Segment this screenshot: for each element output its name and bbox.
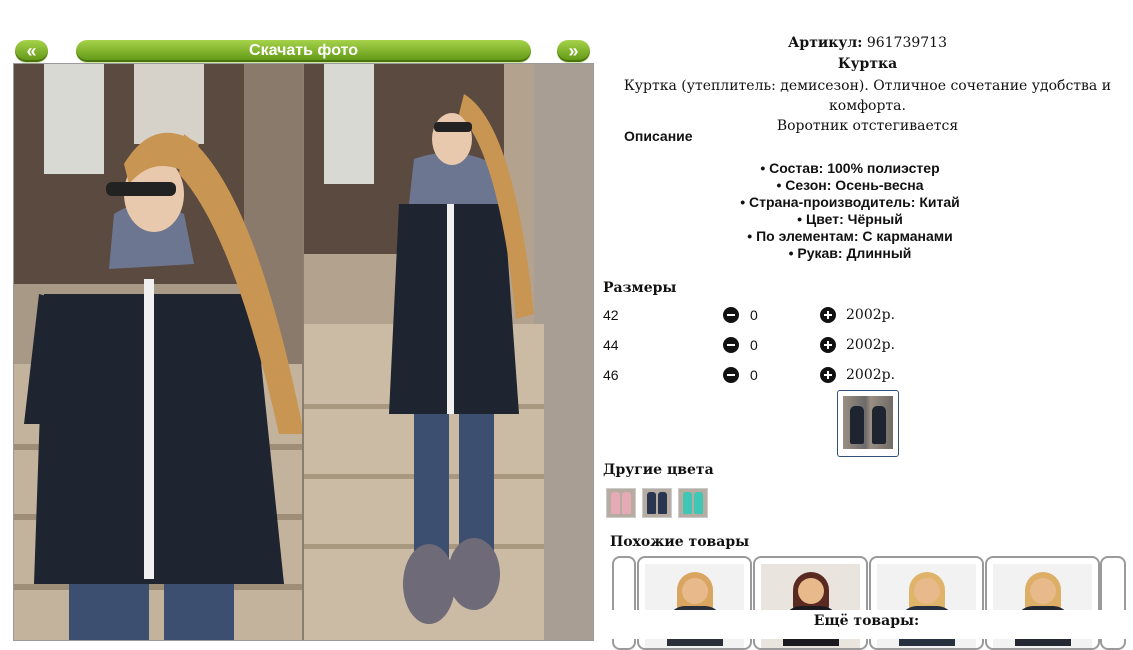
article-label: Артикул: — [788, 35, 863, 51]
sizes-title: Размеры — [603, 280, 677, 296]
article-value: 961739713 — [866, 35, 947, 51]
article-line: Артикул: 961739713 — [600, 35, 1133, 51]
download-photo-button[interactable]: Скачать фото — [76, 40, 531, 62]
size-quantity: 0 — [750, 337, 758, 353]
description-title: Описание — [624, 128, 693, 144]
thumbnail-image — [843, 396, 893, 449]
spec-list: Состав: 100% полиэстер Сезон: Осень-весн… — [600, 160, 1100, 262]
current-color-thumbnail[interactable] — [837, 390, 899, 457]
plus-icon[interactable] — [820, 307, 836, 323]
size-price: 2002р. — [846, 337, 896, 353]
other-colors-title: Другие цвета — [603, 462, 714, 478]
size-row: 46 0 2002р. — [603, 367, 903, 387]
size-row: 42 0 2002р. — [603, 307, 903, 327]
similar-products-title: Похожие товары — [610, 534, 750, 550]
prev-photo-button[interactable]: « — [15, 40, 48, 62]
color-option-mint[interactable] — [678, 488, 708, 518]
minus-icon[interactable] — [723, 367, 739, 383]
size-price: 2002р. — [846, 367, 896, 383]
plus-icon[interactable] — [820, 367, 836, 383]
product-title: Куртка — [837, 56, 898, 72]
product-photo-full — [304, 64, 593, 640]
more-products-title: Ещё товары: — [813, 613, 920, 629]
spec-item: По элементам: С карманами — [600, 228, 1100, 245]
size-value: 46 — [603, 367, 619, 383]
product-description: Куртка (утеплитель: демисезон). Отличное… — [600, 76, 1133, 136]
size-row: 44 0 2002р. — [603, 337, 903, 357]
spec-item: Рукав: Длинный — [600, 245, 1100, 262]
color-option-pink[interactable] — [606, 488, 636, 518]
product-photo-closeup — [14, 64, 302, 640]
product-photo[interactable] — [13, 63, 594, 641]
size-value: 42 — [603, 307, 619, 323]
minus-icon[interactable] — [723, 337, 739, 353]
spec-item: Сезон: Осень-весна — [600, 177, 1100, 194]
more-products-bar: Ещё товары: — [600, 610, 1133, 639]
color-option-navy[interactable] — [642, 488, 672, 518]
size-price: 2002р. — [846, 307, 896, 323]
product-description-line: Куртка (утеплитель: демисезон). Отличное… — [623, 78, 1112, 114]
size-quantity: 0 — [750, 307, 758, 323]
minus-icon[interactable] — [723, 307, 739, 323]
size-value: 44 — [603, 337, 619, 353]
spec-item: Цвет: Чёрный — [600, 211, 1100, 228]
spec-item: Страна-производитель: Китай — [600, 194, 1100, 211]
plus-icon[interactable] — [820, 337, 836, 353]
size-quantity: 0 — [750, 367, 758, 383]
spec-item: Состав: 100% полиэстер — [600, 160, 1100, 177]
next-photo-button[interactable]: » — [557, 40, 590, 62]
